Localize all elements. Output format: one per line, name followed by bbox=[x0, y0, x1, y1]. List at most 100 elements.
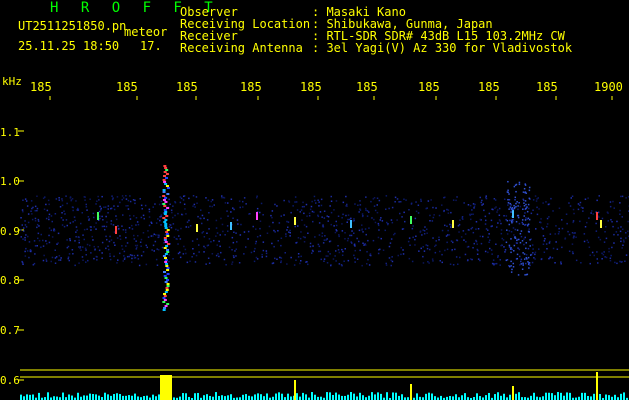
noise-point bbox=[341, 223, 343, 225]
noise-point bbox=[530, 212, 533, 215]
noise-point bbox=[327, 220, 329, 222]
noise-point bbox=[192, 248, 194, 250]
noise-point bbox=[231, 236, 234, 239]
noise-point bbox=[625, 197, 627, 199]
noise-point bbox=[247, 230, 250, 233]
spectrum-spike bbox=[596, 372, 598, 400]
noise-point bbox=[261, 256, 263, 258]
noise-point bbox=[489, 239, 491, 241]
noise-point bbox=[28, 241, 31, 243]
spectrum-bar bbox=[440, 395, 442, 400]
noise-point bbox=[619, 260, 621, 263]
noise-point bbox=[450, 240, 453, 242]
noise-point bbox=[280, 260, 282, 262]
noise-point bbox=[119, 201, 121, 204]
noise-point bbox=[412, 236, 414, 239]
noise-point bbox=[427, 200, 430, 202]
noise-point bbox=[382, 249, 385, 251]
noise-point bbox=[386, 221, 388, 224]
noise-point bbox=[112, 224, 115, 226]
noise-point bbox=[377, 222, 380, 225]
diffuse-point bbox=[510, 220, 513, 223]
spectrum-bar bbox=[368, 395, 370, 400]
spectrum-bar bbox=[119, 394, 121, 400]
noise-point bbox=[262, 249, 265, 252]
spectrum-bar bbox=[221, 395, 223, 400]
noise-point bbox=[303, 205, 305, 208]
noise-point bbox=[64, 213, 66, 215]
noise-point bbox=[240, 223, 242, 226]
noise-point bbox=[24, 220, 26, 222]
meteor-streak-segment bbox=[163, 237, 167, 239]
noise-point bbox=[607, 220, 609, 222]
noise-point bbox=[180, 197, 183, 200]
noise-point bbox=[295, 242, 297, 244]
noise-point bbox=[53, 228, 55, 230]
noise-point bbox=[444, 224, 446, 227]
noise-point bbox=[211, 199, 214, 201]
noise-point bbox=[227, 202, 229, 204]
diffuse-point bbox=[523, 215, 525, 217]
noise-point bbox=[380, 237, 382, 240]
noise-point bbox=[51, 236, 54, 238]
noise-point bbox=[135, 224, 137, 226]
noise-point bbox=[397, 254, 399, 257]
noise-point bbox=[136, 221, 139, 223]
noise-point bbox=[471, 209, 473, 211]
meteor-streak-segment bbox=[164, 211, 168, 213]
noise-point bbox=[422, 255, 424, 258]
noise-point bbox=[423, 233, 426, 235]
noise-point bbox=[82, 246, 84, 248]
noise-point bbox=[309, 242, 312, 245]
noise-point bbox=[425, 207, 427, 210]
noise-point bbox=[129, 200, 132, 203]
diffuse-point bbox=[514, 196, 517, 199]
spectrum-bar bbox=[206, 394, 208, 400]
noise-point bbox=[613, 233, 615, 236]
ping-mark bbox=[350, 220, 352, 228]
diffuse-point bbox=[526, 210, 529, 213]
noise-point bbox=[134, 199, 136, 202]
spectrum-bar bbox=[335, 392, 337, 400]
noise-point bbox=[136, 254, 139, 257]
noise-point bbox=[476, 248, 479, 251]
noise-point bbox=[432, 206, 434, 209]
noise-point bbox=[57, 232, 60, 235]
spectrum-bar bbox=[134, 393, 136, 400]
noise-point bbox=[524, 224, 526, 226]
noise-point bbox=[159, 219, 161, 222]
ping-mark bbox=[512, 210, 514, 218]
noise-point bbox=[105, 215, 107, 218]
noise-point bbox=[343, 260, 345, 262]
noise-point bbox=[402, 253, 405, 255]
noise-point bbox=[140, 245, 142, 247]
noise-point bbox=[493, 198, 496, 200]
noise-point bbox=[432, 237, 434, 239]
noise-point bbox=[30, 250, 32, 253]
noise-point bbox=[456, 196, 458, 198]
noise-point bbox=[36, 207, 39, 210]
noise-point bbox=[354, 203, 356, 205]
noise-point bbox=[55, 198, 58, 200]
noise-point bbox=[426, 228, 428, 230]
diffuse-point bbox=[525, 247, 527, 250]
noise-point bbox=[388, 245, 391, 248]
noise-point bbox=[283, 199, 285, 202]
noise-point bbox=[125, 195, 127, 197]
meteor-streak-segment bbox=[163, 213, 167, 215]
noise-point bbox=[157, 249, 160, 251]
meteor-streak-segment bbox=[164, 223, 168, 225]
diffuse-point bbox=[518, 181, 521, 184]
noise-point bbox=[377, 224, 380, 227]
noise-point bbox=[491, 253, 493, 255]
noise-point bbox=[470, 228, 472, 230]
noise-point bbox=[601, 217, 604, 220]
spectrum-bar bbox=[332, 395, 334, 400]
noise-point bbox=[338, 251, 341, 254]
meteor-streak-segment bbox=[163, 295, 167, 297]
noise-point bbox=[323, 239, 326, 241]
noise-point bbox=[344, 248, 346, 250]
noise-point bbox=[373, 218, 375, 221]
noise-point bbox=[573, 232, 575, 235]
noise-point bbox=[330, 211, 333, 214]
